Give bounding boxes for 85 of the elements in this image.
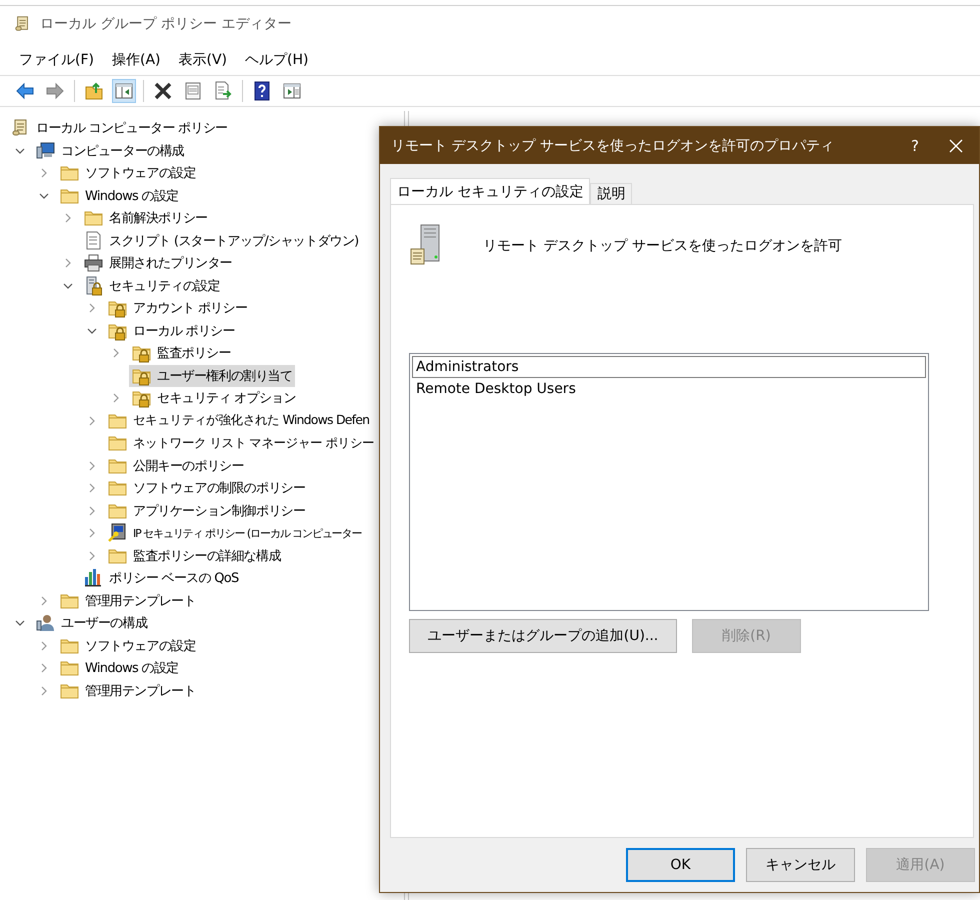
computer-icon: [36, 140, 56, 161]
tree-item[interactable]: Windows の設定: [57, 184, 182, 207]
tree-item[interactable]: セキュリティが強化された Windows Defen: [105, 410, 372, 432]
delete-icon: [153, 81, 173, 101]
menu-item[interactable]: 操作(A): [102, 51, 170, 69]
tree-item-label: ネットワーク リスト マネージャー ポリシー: [133, 434, 374, 452]
tree-item-label: ローカル ポリシー: [133, 322, 235, 340]
policy-name: リモート デスクトップ サービスを使ったログオンを許可: [483, 237, 842, 255]
tree-item-label: ローカル コンピューター ポリシー: [36, 120, 228, 138]
tree-item-label: ソフトウェアの制限のポリシー: [133, 480, 306, 498]
tree-item-label: ソフトウェアの設定: [85, 638, 196, 655]
tree-item-label: ユーザー権利の割り当て: [157, 368, 292, 385]
tree-item[interactable]: アカウント ポリシー: [105, 297, 250, 320]
tree-item-label: 管理用テンプレート: [85, 592, 196, 610]
tree-item[interactable]: セキュリティの設定: [81, 274, 223, 297]
tree-item-label: ユーザーの構成: [61, 615, 148, 632]
properties-icon: [183, 81, 203, 101]
user-icon: [36, 613, 56, 634]
tree-item[interactable]: ソフトウェアの制限のポリシー: [105, 477, 308, 500]
forward-arrow-icon: [45, 81, 65, 101]
tree-item-label: Windows の設定: [85, 188, 178, 205]
tree-item[interactable]: 名前解決ポリシー: [81, 207, 210, 230]
tree-item[interactable]: 管理用テンプレート: [57, 680, 199, 702]
bar-chart-icon: [84, 568, 104, 588]
tree-item[interactable]: ソフトウェアの設定: [57, 634, 199, 657]
tree-item[interactable]: ソフトウェアの設定: [57, 162, 199, 184]
tree-item-label: 名前解決ポリシー: [109, 210, 208, 228]
tree-item[interactable]: IP セキュリティ ポリシー (ローカル コンピューター: [105, 522, 364, 544]
help-button[interactable]: ?: [897, 136, 933, 154]
monitor-key-icon: [108, 523, 128, 544]
dialog-title: リモート デスクトップ サービスを使ったログオンを許可のプロパティ: [391, 136, 835, 154]
tree-item-label: ポリシー ベースの QoS: [109, 570, 239, 588]
tree-item-label: セキュリティが強化された Windows Defen: [133, 412, 370, 430]
member-button[interactable]: ユーザーまたはグループの追加(U)...: [409, 619, 677, 653]
tree-item-label: ソフトウェアの設定: [85, 165, 196, 182]
member-item[interactable]: Remote Desktop Users: [412, 378, 926, 400]
tree-item[interactable]: ネットワーク リスト マネージャー ポリシー: [105, 432, 378, 454]
menu-item[interactable]: ファイル(F): [10, 51, 103, 69]
tree-item[interactable]: コンピューターの構成: [33, 140, 188, 162]
tree-item[interactable]: アプリケーション制御ポリシー: [105, 500, 308, 522]
tree-item-label: アプリケーション制御ポリシー: [133, 502, 306, 520]
tree-item[interactable]: ポリシー ベースの QoS: [81, 567, 242, 590]
tree-item[interactable]: 公開キーのポリシー: [105, 454, 247, 477]
tree-item-label: 管理用テンプレート: [85, 682, 196, 700]
window-title: ローカル グループ ポリシー エディター: [40, 15, 292, 33]
member-item[interactable]: Administrators: [412, 356, 926, 378]
tree-pane-icon: [114, 81, 134, 101]
tree-item[interactable]: スクリプト (スタートアップ/シャットダウン): [81, 230, 362, 252]
help-icon: [252, 81, 272, 101]
folder-up-icon: [84, 81, 104, 101]
dialog-button[interactable]: キャンセル: [746, 848, 855, 882]
tree-item[interactable]: 監査ポリシー: [129, 342, 234, 364]
tree-item-label: スクリプト (スタートアップ/シャットダウン): [109, 232, 359, 250]
tab[interactable]: ローカル セキュリティの設定: [390, 178, 590, 204]
tree-item-label: コンピューターの構成: [61, 142, 184, 160]
toolbar-button[interactable]: [112, 79, 136, 103]
tree-item-label: セキュリティ オプション: [157, 390, 296, 408]
menu-item[interactable]: ヘルプ(H): [236, 51, 318, 69]
tree-item-label: アカウント ポリシー: [133, 300, 248, 318]
tree-item-label: IP セキュリティ ポリシー (ローカル コンピューター: [133, 526, 362, 541]
tree-item[interactable]: ローカル ポリシー: [105, 320, 238, 342]
tree-item-label: 監査ポリシー: [157, 345, 231, 362]
tree-item[interactable]: セキュリティ オプション: [129, 387, 299, 410]
tree-item-label: Windows の設定: [85, 660, 178, 678]
export-list-icon: [213, 81, 233, 101]
printer-icon: [84, 253, 104, 274]
back-arrow-icon: [15, 81, 35, 101]
tree-item[interactable]: 監査ポリシーの詳細な構成: [105, 544, 284, 567]
tree-item[interactable]: 展開されたプリンター: [81, 252, 236, 274]
tree-item[interactable]: ユーザー権利の割り当て: [129, 364, 296, 387]
action-pane-icon: [282, 81, 302, 101]
tree-item[interactable]: 管理用テンプレート: [57, 590, 199, 612]
server-lock-icon: [84, 276, 104, 296]
tree-item-label: 公開キーのポリシー: [133, 458, 244, 475]
close-icon[interactable]: [949, 138, 963, 152]
tree-item-label: 監査ポリシーの詳細な構成: [133, 548, 281, 565]
tab[interactable]: 説明: [590, 183, 632, 204]
tree-item-label: 展開されたプリンター: [109, 255, 232, 272]
tree-item[interactable]: Windows の設定: [57, 657, 182, 680]
tree-item[interactable]: ローカル コンピューター ポリシー: [8, 117, 230, 140]
tree-item-label: セキュリティの設定: [109, 278, 220, 295]
member-list[interactable]: Administrators Remote Desktop Users: [409, 353, 929, 611]
dialog-button[interactable]: OK: [626, 848, 735, 882]
menu-item[interactable]: 表示(V): [170, 51, 236, 69]
tree-item[interactable]: ユーザーの構成: [33, 612, 150, 634]
